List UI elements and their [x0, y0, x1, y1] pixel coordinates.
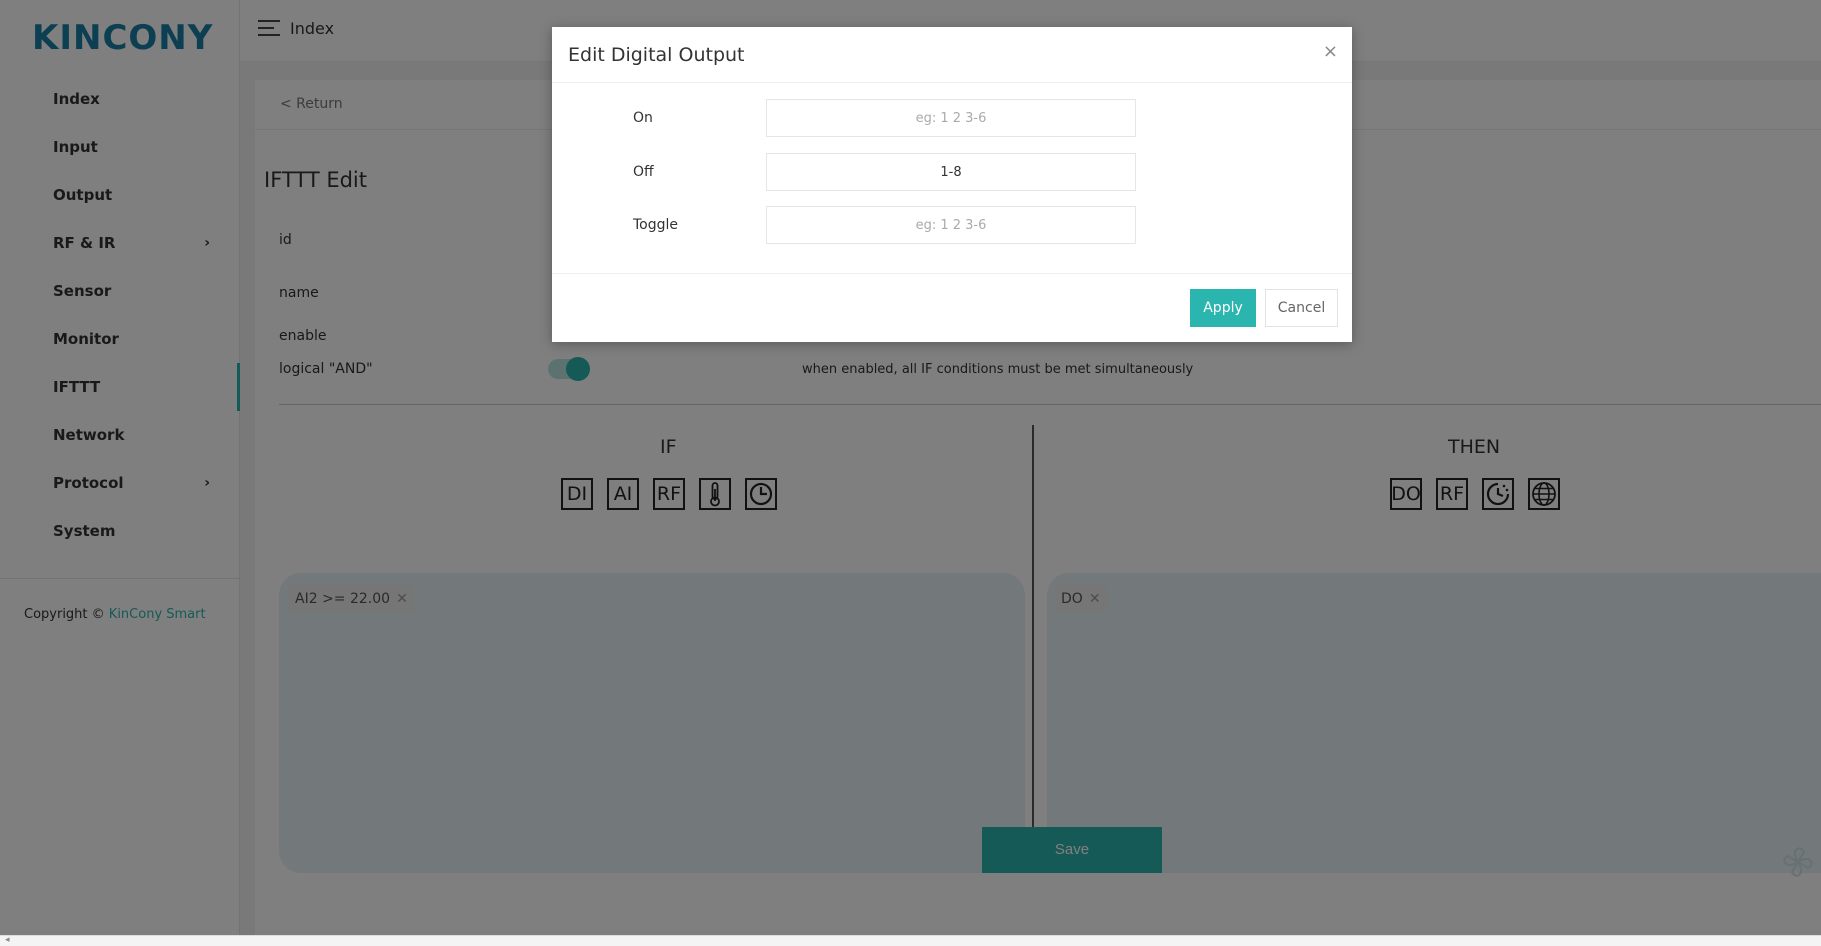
modal-header: Edit Digital Output ×	[552, 27, 1352, 83]
edit-digital-output-dialog: Edit Digital Output × On Off Toggle Appl…	[552, 27, 1352, 342]
off-input[interactable]	[766, 153, 1136, 191]
cancel-button[interactable]: Cancel	[1265, 289, 1338, 327]
modal-title: Edit Digital Output	[568, 44, 745, 66]
horizontal-scrollbar[interactable]: ◂	[0, 935, 1821, 946]
toggle-input[interactable]	[766, 206, 1136, 244]
on-label: On	[633, 110, 653, 126]
close-icon[interactable]: ×	[1323, 41, 1338, 62]
on-input[interactable]	[766, 99, 1136, 137]
scroll-left-icon[interactable]: ◂	[5, 935, 10, 945]
toggle-label: Toggle	[633, 217, 679, 233]
divider	[552, 273, 1352, 274]
off-label: Off	[633, 164, 654, 180]
apply-button[interactable]: Apply	[1190, 289, 1256, 327]
